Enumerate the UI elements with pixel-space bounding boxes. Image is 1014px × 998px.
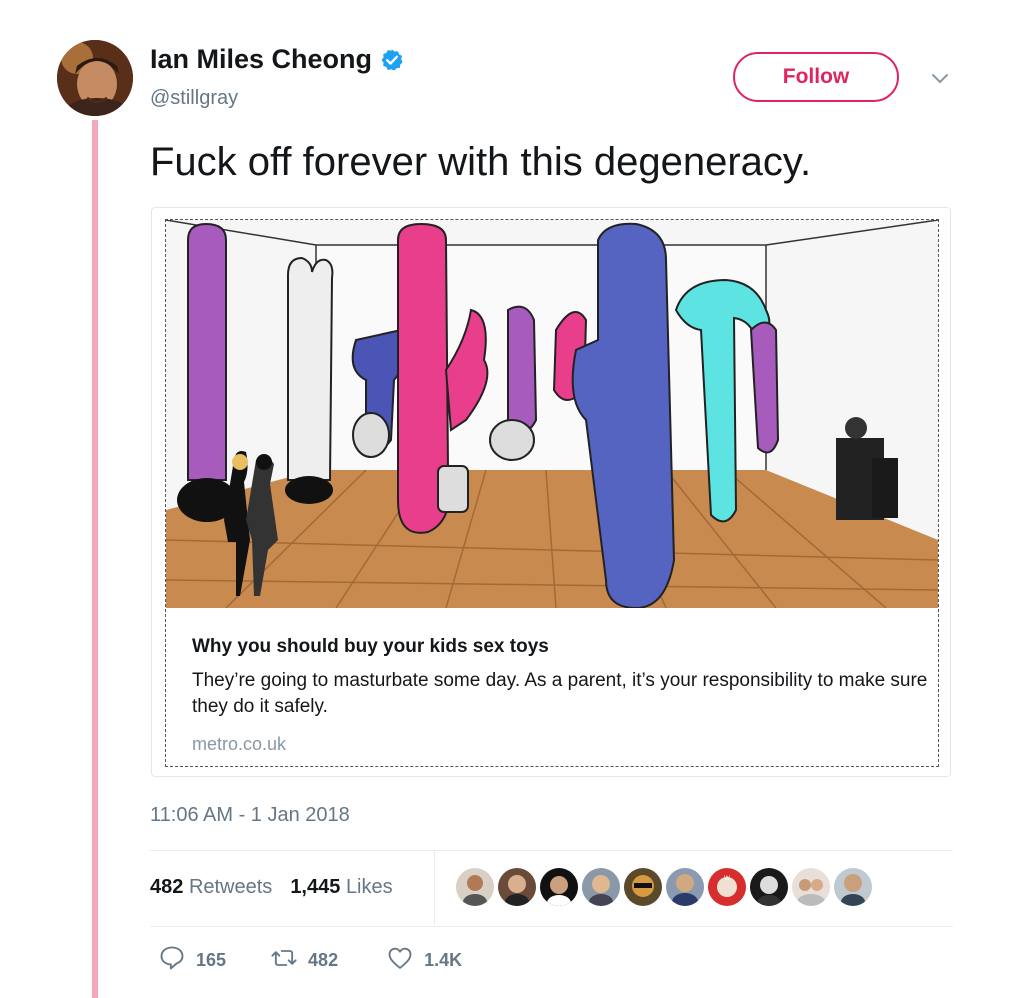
liker-avatars: W xyxy=(456,868,872,906)
liker-avatar[interactable] xyxy=(498,868,536,906)
card-image[interactable] xyxy=(166,220,938,608)
reply-count: 165 xyxy=(196,950,227,970)
tweet-timestamp[interactable]: 11:06 AM - 1 Jan 2018 xyxy=(150,804,350,827)
liker-avatar[interactable] xyxy=(624,868,662,906)
likes-label: Likes xyxy=(345,876,393,898)
retweets-label: Retweets xyxy=(188,876,273,898)
thread-line xyxy=(92,120,98,998)
liker-avatar[interactable] xyxy=(540,868,578,906)
divider xyxy=(150,926,953,927)
reply-icon xyxy=(158,944,186,977)
liker-avatar[interactable] xyxy=(792,868,830,906)
stats-separator xyxy=(434,851,435,925)
like-button[interactable]: 1.4K xyxy=(386,944,462,977)
author-avatar[interactable] xyxy=(57,40,133,116)
retweets-stat[interactable]: 482 Retweets xyxy=(150,876,272,899)
retweet-button[interactable]: 482 xyxy=(270,944,338,977)
liker-avatar[interactable] xyxy=(582,868,620,906)
like-count: 1.4K xyxy=(424,950,463,970)
chevron-down-icon[interactable] xyxy=(928,66,952,90)
tweet-text: Fuck off forever with this degeneracy. xyxy=(150,140,812,184)
liker-avatar[interactable] xyxy=(750,868,788,906)
divider xyxy=(150,850,953,851)
liker-avatar[interactable] xyxy=(456,868,494,906)
follow-button[interactable]: Follow xyxy=(733,52,899,102)
link-card[interactable]: Why you should buy your kids sex toys Th… xyxy=(151,207,951,777)
svg-text:W: W xyxy=(724,875,730,882)
retweets-count: 482 xyxy=(150,876,184,898)
liker-avatar[interactable]: W xyxy=(708,868,746,906)
retweet-icon xyxy=(270,944,298,977)
card-title[interactable]: Why you should buy your kids sex toys xyxy=(192,636,549,658)
liker-avatar[interactable] xyxy=(666,868,704,906)
tweet-stats: 482 Retweets 1,445 Likes xyxy=(150,876,393,899)
card-description: They’re going to masturbate some day. As… xyxy=(192,670,928,717)
likes-count: 1,445 xyxy=(290,876,341,898)
tweet-actions: 165 482 1.4K xyxy=(150,944,462,977)
verified-badge-icon xyxy=(380,48,404,72)
reply-button[interactable]: 165 xyxy=(158,944,226,977)
card-domain[interactable]: metro.co.uk xyxy=(192,734,286,755)
author-handle[interactable]: @stillgray xyxy=(150,87,238,110)
liker-avatar[interactable] xyxy=(834,868,872,906)
retweet-count: 482 xyxy=(308,950,339,970)
likes-stat[interactable]: 1,445 Likes xyxy=(290,876,392,899)
author-name[interactable]: Ian Miles Cheong xyxy=(150,44,372,75)
heart-icon xyxy=(386,944,414,977)
